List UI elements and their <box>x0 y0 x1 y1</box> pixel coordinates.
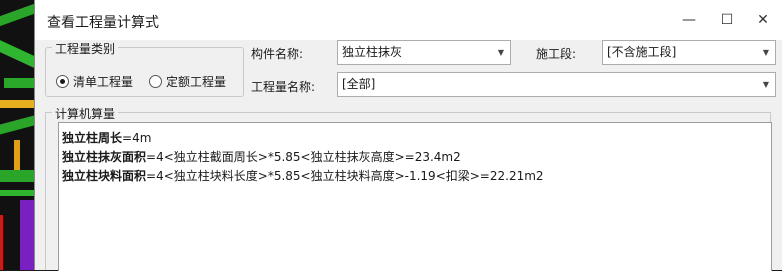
background-3d-view <box>0 0 34 270</box>
computer-calc-legend: 计算机算量 <box>52 105 119 122</box>
section-label: 施工段: <box>536 47 577 61</box>
radio-label: 清单工程量 <box>73 75 134 89</box>
quantity-type-legend: 工程量类别 <box>52 40 119 57</box>
quantity-name-select[interactable]: [全部] ▼ <box>337 72 776 97</box>
radio-label: 定额工程量 <box>166 75 227 89</box>
computer-calc-group: 计算机算量 独立柱周长=4m 独立柱抹灰面积=4<独立柱截面周长>*5.85<独… <box>45 105 772 271</box>
formula-text-area[interactable]: 独立柱周长=4m 独立柱抹灰面积=4<独立柱截面周长>*5.85<独立柱抹灰高度… <box>58 122 772 271</box>
minimize-button[interactable]: — <box>674 6 704 34</box>
radio-bill-quantity[interactable]: 清单工程量 <box>56 73 133 90</box>
formula-name: 独立柱周长 <box>62 131 123 145</box>
radio-selected-icon <box>56 75 69 88</box>
formula-name: 独立柱抹灰面积 <box>62 150 147 164</box>
component-name-select[interactable]: 独立柱抹灰 ▼ <box>337 40 511 65</box>
window-title: 查看工程量计算式 <box>47 15 159 31</box>
chevron-down-icon: ▼ <box>762 48 769 57</box>
formula-expression: =4<独立柱截面周长>*5.85<独立柱抹灰高度>=23.4m2 <box>146 150 461 164</box>
quantity-name-label: 工程量名称: <box>251 80 316 94</box>
section-value: [不含施工段] <box>607 45 677 59</box>
chevron-down-icon: ▼ <box>762 80 769 89</box>
quantity-name-value: [全部] <box>342 77 376 91</box>
component-name-label: 构件名称: <box>251 47 304 61</box>
formula-line: 独立柱周长=4m <box>62 129 768 148</box>
section-select[interactable]: [不含施工段] ▼ <box>602 40 776 65</box>
title-bar: 查看工程量计算式 — ☐ ✕ <box>35 0 782 40</box>
formula-name: 独立柱块料面积 <box>62 169 147 183</box>
formula-expression: =4m <box>122 131 152 145</box>
quantity-type-group: 工程量类别 清单工程量 定额工程量 <box>45 40 244 97</box>
radio-quota-quantity[interactable]: 定额工程量 <box>149 73 226 90</box>
chevron-down-icon: ▼ <box>497 48 504 57</box>
maximize-button[interactable]: ☐ <box>712 6 742 34</box>
formula-line: 独立柱块料面积=4<独立柱块料长度>*5.85<独立柱块料高度>-1.19<扣梁… <box>62 167 768 186</box>
formula-line: 独立柱抹灰面积=4<独立柱截面周长>*5.85<独立柱抹灰高度>=23.4m2 <box>62 148 768 167</box>
quantity-formula-dialog: 查看工程量计算式 — ☐ ✕ 工程量类别 清单工程量 定额工程量 构件名称: 独… <box>34 0 782 271</box>
radio-unselected-icon <box>149 75 162 88</box>
component-name-value: 独立柱抹灰 <box>342 45 403 59</box>
formula-expression: =4<独立柱块料长度>*5.85<独立柱块料高度>-1.19<扣梁>=22.21… <box>146 169 544 183</box>
close-button[interactable]: ✕ <box>748 6 778 34</box>
